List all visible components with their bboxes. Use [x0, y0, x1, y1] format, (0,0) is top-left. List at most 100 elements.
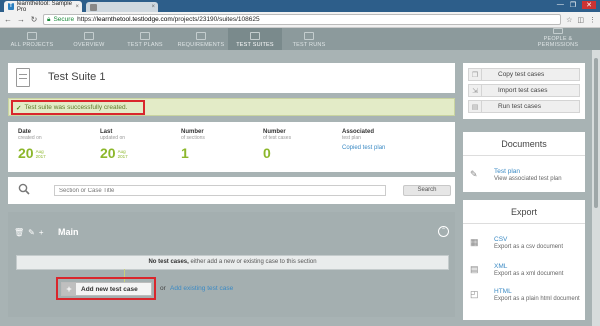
add-new-test-case-button[interactable]: + Add new test case [61, 282, 152, 296]
stat-associated-plan: Associated test plan Copied test plan [342, 129, 385, 151]
minimize-icon[interactable]: — [557, 1, 564, 9]
address-bar[interactable]: 🔒︎ Secure https://learnthetool.testlodge… [43, 14, 562, 25]
star-icon[interactable]: ☆ [566, 16, 572, 24]
nav-label: TEST RUNS [292, 42, 326, 48]
export-title[interactable]: XML [494, 263, 507, 270]
xml-icon: ▤ [470, 264, 479, 274]
associated-plan-link[interactable]: Copied test plan [342, 145, 385, 151]
document-desc: View associated test plan [494, 176, 562, 182]
stat-sublabel: of test cases [263, 135, 292, 141]
extension-icon[interactable]: ◫ [577, 16, 584, 24]
stat-value: 0 [263, 145, 271, 161]
copy-icon: ❐ [469, 69, 482, 80]
stat-number-sections: Number of sections 1 [181, 129, 205, 161]
test-plans-icon [140, 32, 150, 40]
run-test-cases-button[interactable]: ▤ Run test cases [468, 100, 580, 113]
document-title[interactable]: Test plan [494, 168, 520, 175]
stat-sublabel: created on [18, 135, 42, 141]
action-label: Copy test cases [498, 71, 545, 78]
forward-icon[interactable]: → [17, 15, 25, 24]
suite-stats-card: Date created on 20 Aug 2017 Last updated o… [8, 122, 455, 172]
window-close-icon[interactable]: ✕ [582, 1, 596, 9]
stat-month-year: Aug 2017 [36, 149, 46, 159]
stat-last-updated: Last updated on 20 Aug 2017 [100, 129, 128, 161]
browser-tab-active[interactable]: T learnthetool: Sample Pro × [4, 0, 82, 13]
toolbar-icons: ☆ ◫ ⋮ [566, 16, 596, 24]
or-label: or [160, 285, 166, 292]
nav-test-runs[interactable]: TEST RUNS [284, 28, 334, 50]
nav-people-permissions[interactable]: PEOPLE & PERMISSIONS [526, 28, 590, 50]
export-desc: Export as a plain html document [494, 296, 580, 302]
stat-year: 2017 [35, 154, 46, 159]
overview-icon [84, 32, 94, 40]
back-icon[interactable]: ← [4, 15, 12, 24]
stat-sublabel: updated on [100, 135, 126, 141]
csv-icon: ▦ [470, 237, 479, 247]
people-icon [553, 28, 563, 34]
nav-label: REQUIREMENTS [177, 42, 225, 48]
stat-number-test-cases: Number of test cases 0 [263, 129, 291, 161]
stat-sublabel: of sections [181, 135, 205, 141]
reload-icon[interactable]: ↻ [30, 15, 38, 24]
plus-icon: + [62, 283, 76, 295]
export-title[interactable]: CSV [494, 236, 507, 243]
scrollbar-thumb[interactable] [594, 58, 598, 208]
action-label: Import test cases [498, 87, 548, 94]
documents-card: Documents ✎ Test plan View associated te… [463, 132, 585, 192]
document-icon: ✎ [470, 169, 478, 179]
stat-value: 1 [181, 145, 189, 161]
test-suites-icon [250, 32, 260, 40]
empty-bold: No test cases, [148, 259, 189, 265]
tab-title: learnthetool: Sample Pro [16, 0, 72, 13]
search-card: Search [8, 177, 455, 204]
maximize-icon[interactable]: ❐ [570, 1, 576, 9]
tab-close-icon[interactable]: × [75, 4, 79, 10]
secure-label: Secure [53, 16, 75, 23]
section-main: 🗑︎ ✎ + Main ⌃ No test cases, either add … [8, 212, 455, 317]
search-button[interactable]: Search [403, 185, 451, 196]
testlodge-favicon-icon: T [8, 3, 14, 10]
url-host: learnthetool.testlodge.com [96, 16, 173, 23]
export-title[interactable]: HTML [494, 288, 512, 295]
browser-tab-inactive[interactable]: × [86, 2, 158, 12]
page-title: Test Suite 1 [48, 71, 106, 83]
search-input[interactable] [54, 185, 386, 196]
action-label: Run test cases [498, 103, 541, 110]
nav-overview[interactable]: OVERVIEW [62, 28, 116, 50]
nav-requirements[interactable]: REQUIREMENTS [174, 28, 228, 50]
empty-rest: either add a new or existing case to thi… [188, 259, 317, 265]
test-suite-document-icon [16, 68, 30, 87]
trash-icon[interactable]: 🗑︎ [14, 228, 24, 237]
nav-label: TEST SUITES [236, 42, 274, 48]
add-icon[interactable]: + [39, 228, 44, 237]
pencil-icon[interactable]: ✎ [28, 228, 35, 237]
nav-label: ALL PROJECTS [10, 42, 54, 48]
export-card: Export ▦ CSV Export as a csv document ▤ … [463, 200, 585, 320]
copy-test-cases-button[interactable]: ❐ Copy test cases [468, 68, 580, 81]
export-desc: Export as a xml document [494, 271, 564, 277]
url-path: /projects/23190/suites/108625 [172, 16, 260, 23]
stat-day: 20 [18, 145, 34, 161]
add-existing-test-case-link[interactable]: Add existing test case [170, 285, 233, 292]
run-icon: ▤ [469, 101, 482, 112]
nav-label: PEOPLE & PERMISSIONS [537, 36, 579, 48]
nav-all-projects[interactable]: ALL PROJECTS [6, 28, 58, 50]
documents-heading: Documents [463, 132, 585, 156]
section-tools: 🗑︎ ✎ + [14, 228, 44, 237]
collapse-chevron-up-icon[interactable]: ⌃ [438, 226, 449, 237]
requirements-icon [196, 32, 206, 40]
menu-icon[interactable]: ⋮ [589, 16, 596, 24]
test-runs-icon [304, 32, 314, 40]
nav-test-suites[interactable]: TEST SUITES [228, 28, 282, 50]
stat-year: 2017 [117, 154, 128, 159]
suite-title-card: Test Suite 1 [8, 63, 455, 93]
add-button-label: Add new test case [81, 285, 138, 293]
search-icon [18, 183, 30, 195]
projects-icon [27, 32, 37, 40]
success-text: Test suite was successfully created. [24, 104, 128, 111]
tab-close-icon[interactable]: × [151, 4, 155, 10]
import-test-cases-button[interactable]: ⇲ Import test cases [468, 84, 580, 97]
stat-month-year: Aug 2017 [118, 149, 128, 159]
nav-test-plans[interactable]: TEST PLANS [118, 28, 172, 50]
section-title: Main [58, 227, 79, 237]
